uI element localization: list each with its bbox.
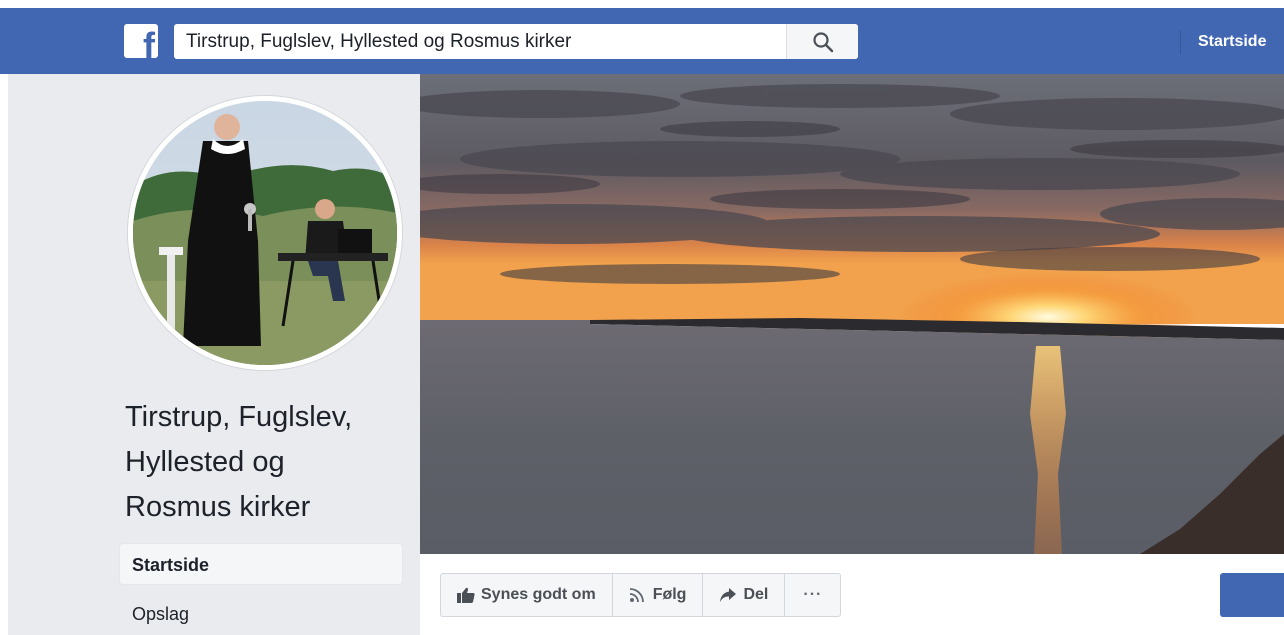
share-button[interactable]: Del — [703, 574, 786, 616]
cover-photo-image — [420, 74, 1284, 554]
sidebar-item-opslag[interactable]: Opslag — [132, 604, 189, 625]
sidebar-item-startside[interactable]: Startside — [119, 543, 403, 585]
like-button-label: Synes godt om — [481, 586, 596, 603]
follow-button-label: Følg — [652, 586, 687, 603]
share-button-label: Del — [743, 586, 769, 603]
page-title-line: Tirstrup, Fuglslev, — [125, 401, 353, 433]
primary-action-button[interactable] — [1220, 573, 1284, 617]
thumbs-up-icon — [457, 587, 475, 603]
cover-photo[interactable] — [420, 74, 1284, 554]
share-arrow-icon — [720, 588, 737, 602]
page-action-bar: Synes godt om Følg Del ··· — [420, 554, 1284, 635]
rss-icon — [629, 588, 644, 603]
profile-photo-image — [133, 101, 397, 365]
more-options-button[interactable]: ··· — [785, 574, 840, 616]
search-box — [174, 24, 858, 59]
top-nav-startside-link[interactable]: Startside — [1198, 33, 1266, 51]
top-navigation-bar: f Startside — [0, 8, 1284, 74]
page-title: Tirstrup, Fuglslev, Hyllested og Rosmus … — [125, 395, 405, 530]
facebook-logo-letter: f — [143, 25, 155, 59]
facebook-logo-icon[interactable]: f — [124, 24, 158, 58]
sidebar-item-label: Startside — [132, 555, 210, 575]
follow-button[interactable]: Følg — [613, 574, 704, 616]
nav-divider — [1180, 30, 1181, 54]
page-actions-group: Synes godt om Følg Del ··· — [440, 573, 842, 617]
search-button[interactable] — [786, 24, 858, 59]
page-title-line: Hyllested og — [125, 446, 285, 478]
page-title-line: Rosmus kirker — [125, 491, 311, 523]
profile-picture[interactable] — [128, 96, 402, 370]
like-button[interactable]: Synes godt om — [441, 574, 613, 616]
search-input[interactable] — [174, 24, 788, 59]
search-icon — [813, 32, 834, 53]
